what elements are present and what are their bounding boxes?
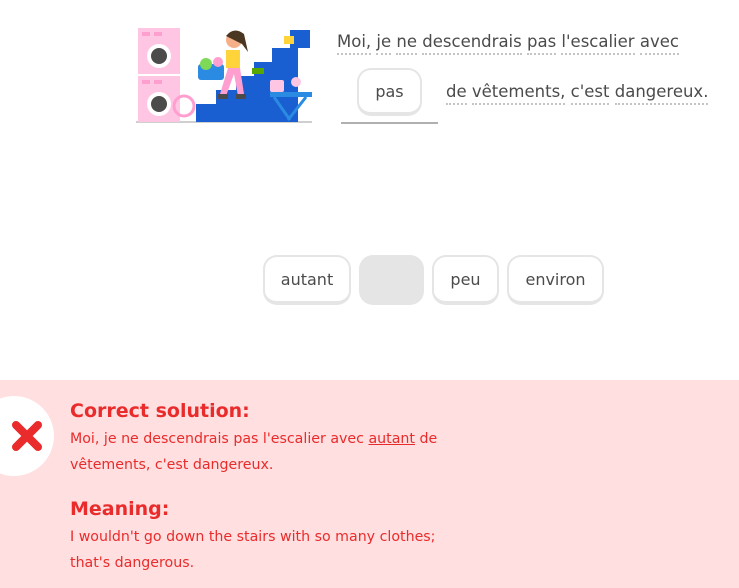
sentence-word[interactable]: c'est — [570, 82, 610, 105]
incorrect-feedback-panel: Correct solution: Moi, je ne descendrais… — [0, 380, 739, 588]
selected-word-chip[interactable]: pas — [357, 68, 422, 116]
character-illustration — [134, 24, 316, 126]
sentence-word[interactable]: je — [376, 32, 392, 55]
sentence-line-2: de vêtements, c'est dangereux. — [446, 82, 709, 105]
sentence-line-1: Moi, je ne descendrais pas l'escalier av… — [337, 32, 679, 55]
answer-blank[interactable]: pas — [341, 66, 438, 124]
solution-highlight: autant — [368, 431, 415, 447]
sentence-word[interactable]: de — [446, 82, 467, 105]
sentence-word[interactable]: pas — [526, 32, 557, 55]
status-badge — [0, 396, 54, 476]
word-chip-environ[interactable]: environ — [507, 255, 604, 305]
meaning-text-part: I wouldn't go down the stairs with so ma… — [70, 529, 436, 545]
sentence-word[interactable]: l'escalier — [561, 32, 635, 55]
word-chip-autant[interactable]: autant — [263, 255, 351, 305]
meaning-text: I wouldn't go down the stairs with so ma… — [70, 524, 470, 576]
word-chip-placeholder — [359, 255, 424, 305]
meaning-text-part: that's dangerous. — [70, 555, 195, 571]
solution-heading: Correct solution: — [70, 400, 250, 422]
solution-text-part: vêtements, c'est dangereux. — [70, 457, 274, 473]
sentence-word[interactable]: dangereux. — [614, 82, 709, 105]
close-x-icon — [12, 421, 42, 451]
sentence-word[interactable]: descendrais — [422, 32, 522, 55]
sentence-word[interactable]: avec — [639, 32, 679, 55]
sentence-word[interactable]: vêtements, — [471, 82, 566, 105]
solution-text: Moi, je ne descendrais pas l'escalier av… — [70, 426, 470, 478]
sentence-word[interactable]: ne — [396, 32, 418, 55]
meaning-heading: Meaning: — [70, 498, 170, 520]
solution-text-part: de — [414, 431, 438, 447]
sentence-word[interactable]: Moi, — [337, 32, 372, 55]
word-chip-peu[interactable]: peu — [432, 255, 499, 305]
solution-text-part: Moi, je ne descendrais pas l'escalier av… — [70, 431, 369, 447]
